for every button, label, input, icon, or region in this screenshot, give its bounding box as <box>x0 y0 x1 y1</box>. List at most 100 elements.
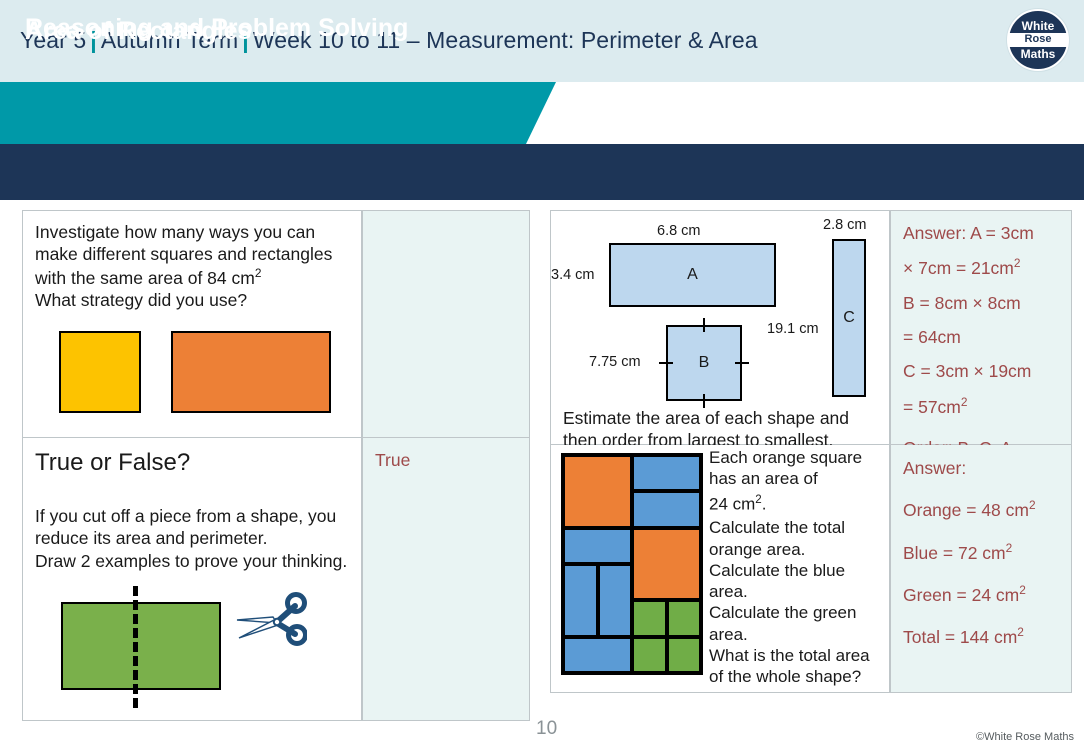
square-b-tick-top <box>703 318 705 332</box>
a3-line-1: Answer: A = 3cm <box>903 223 1034 243</box>
q2-line-1: If you cut off a piece from a shape, you <box>35 505 337 526</box>
rectangle-c-height-label: 19.1 cm <box>767 321 819 337</box>
q4-line-3-post: . <box>761 494 767 514</box>
logo-line-rose: Rose <box>1009 33 1067 47</box>
rectangle-c: C <box>832 239 866 397</box>
a4-line-1: Answer: <box>903 458 967 478</box>
dashed-cut-line <box>133 586 138 708</box>
answer-4-text: Answer: Orange = 48 cm2 Blue = 72 cm2 Gr… <box>891 445 1071 650</box>
q4-line-1: Each orange square <box>709 448 863 467</box>
a4-blue-sup: 2 <box>1005 540 1013 555</box>
copyright-notice: ©White Rose Maths <box>976 731 1074 743</box>
scissors-icon <box>233 590 308 653</box>
green-rectangle-shape <box>61 602 221 690</box>
q4-line-4: Calculate the total <box>709 518 846 538</box>
orange-rectangle-shape <box>171 331 331 413</box>
question-4-text: Each orange square has an area of 24 cm2… <box>709 447 887 687</box>
q3-prompt-line-1: Estimate the area of each shape and <box>563 408 850 428</box>
q2-line-2: reduce its area and perimeter. <box>35 528 268 549</box>
a4-orange: Orange = 48 cm2 <box>903 497 1063 523</box>
puzzle-cell-blue <box>634 493 699 526</box>
q1-line-3: with the same area of 84 cm2 <box>35 266 351 289</box>
q4-line-6: Calculate the blue <box>709 560 846 580</box>
rectangle-a: A <box>609 243 776 307</box>
a3-line-4: = 64cm <box>903 326 961 347</box>
puzzle-cell-green <box>668 638 699 671</box>
q1-line-4: What strategy did you use? <box>35 290 248 310</box>
q1-line-3-sup: 2 <box>254 265 262 280</box>
answer-3-text: Answer: A = 3cm × 7cm = 21cm2 B = 8cm × … <box>891 211 1071 461</box>
puzzle-cell-orange <box>634 529 699 599</box>
section-banner <box>0 144 1084 200</box>
a4-blue: Blue = 72 cm2 <box>903 540 1063 566</box>
slide-page: Year 5 | Autumn Term | Week 10 to 11 – Measu… <box>0 0 1084 750</box>
question-3-cell: A 6.8 cm 3.4 cm B 7.75 cm C 2.8 cm 19.1 … <box>550 210 891 450</box>
a4-green: Green = 24 cm2 <box>903 582 1063 608</box>
left-column: Investigate how many ways you can make d… <box>0 200 540 721</box>
section-title: Reasoning and Problem Solving <box>25 14 409 42</box>
puzzle-cell-orange <box>565 457 630 526</box>
question-1-text: Investigate how many ways you can make d… <box>23 211 361 311</box>
a4-blue-text: Blue = 72 cm <box>903 542 1006 563</box>
puzzle-cell-green <box>634 602 665 635</box>
question-2-cell: True or False? If you cut off a piece fr… <box>22 438 362 721</box>
answer-4-cell: Answer: Orange = 48 cm2 Blue = 72 cm2 Gr… <box>890 445 1072 693</box>
q4-line-10: What is the total area <box>709 645 870 665</box>
right-column: A 6.8 cm 3.4 cm B 7.75 cm C 2.8 cm 19.1 … <box>540 200 1084 720</box>
square-b-tick-right <box>735 362 749 364</box>
a4-total-text: Total = 144 cm <box>903 627 1018 647</box>
a3-line-6-sup: 2 <box>960 394 968 409</box>
square-b-side-label: 7.75 cm <box>589 354 641 370</box>
question-1-cell: Investigate how many ways you can make d… <box>22 210 362 438</box>
puzzle-cell-blue <box>634 457 699 490</box>
a3-line-2: × 7cm = 21cm2 <box>903 255 1063 281</box>
q4-line-5: orange area. <box>709 539 806 559</box>
shapes-diagram: A 6.8 cm 3.4 cm B 7.75 cm C 2.8 cm 19.1 … <box>551 211 891 411</box>
puzzle-cell-blue <box>565 638 630 671</box>
a4-total: Total = 144 cm2 <box>903 624 1063 650</box>
a4-total-sup: 2 <box>1017 625 1024 640</box>
topic-banner <box>0 82 556 144</box>
question-row-3: A 6.8 cm 3.4 cm B 7.75 cm C 2.8 cm 19.1 … <box>550 210 1074 458</box>
yellow-square-shape <box>59 331 141 413</box>
puzzle-cell-green <box>634 638 665 671</box>
q4-line-8: Calculate the green <box>709 603 857 623</box>
answer-1-cell <box>362 210 530 438</box>
question-row-1: Investigate how many ways you can make d… <box>22 210 540 438</box>
q2-title: True or False? <box>35 449 191 476</box>
a4-green-sup: 2 <box>1019 582 1026 597</box>
a3-line-2-sup: 2 <box>1013 256 1021 271</box>
answer-2-text: True <box>375 450 411 470</box>
puzzle-cell-blue <box>565 529 630 562</box>
q1-line-2: make different squares and rectangles <box>35 244 333 265</box>
rectangle-a-label: A <box>687 266 698 283</box>
answer-1-text <box>363 211 529 221</box>
q4-line-11: of the whole shape? <box>709 667 862 687</box>
q4-line-2: has an area of <box>709 469 818 489</box>
q4-line-9: area. <box>709 624 748 644</box>
a4-orange-sup: 2 <box>1028 498 1036 513</box>
q1-line-3-text: with the same area of 84 cm <box>35 267 255 288</box>
square-b-tick-bottom <box>703 394 705 408</box>
rectangle-c-width-label: 2.8 cm <box>823 217 867 233</box>
puzzle-cell-green <box>668 602 699 635</box>
q2-line-3: Draw 2 examples to prove your thinking. <box>35 550 348 571</box>
white-rose-maths-logo: White Rose Maths <box>1007 9 1069 71</box>
rectangle-a-width-label: 6.8 cm <box>657 223 701 239</box>
square-b-label: B <box>698 354 710 371</box>
question-2-text: True or False? If you cut off a piece fr… <box>23 438 361 572</box>
a4-green-text: Green = 24 cm <box>903 584 1020 605</box>
q1-line-1: Investigate how many ways you can <box>35 222 316 242</box>
answer-2-cell: True <box>362 438 530 721</box>
a3-line-6: = 57cm2 <box>903 394 1063 420</box>
question-4-cell: Each orange square has an area of 24 cm2… <box>550 445 890 693</box>
a3-line-6-text: = 57cm <box>903 396 961 417</box>
puzzle-cell-blue <box>565 565 596 635</box>
q4-line-7: area. <box>709 582 748 602</box>
logo-line-maths: Maths <box>1020 46 1056 61</box>
answer-3-cell: Answer: A = 3cm × 7cm = 21cm2 B = 8cm × … <box>890 210 1072 458</box>
question-row-4: Each orange square has an area of 24 cm2… <box>550 445 1074 693</box>
page-number: 10 <box>536 718 558 739</box>
rectangle-c-label: C <box>843 309 855 326</box>
a4-orange-text: Orange = 48 cm <box>903 500 1029 521</box>
